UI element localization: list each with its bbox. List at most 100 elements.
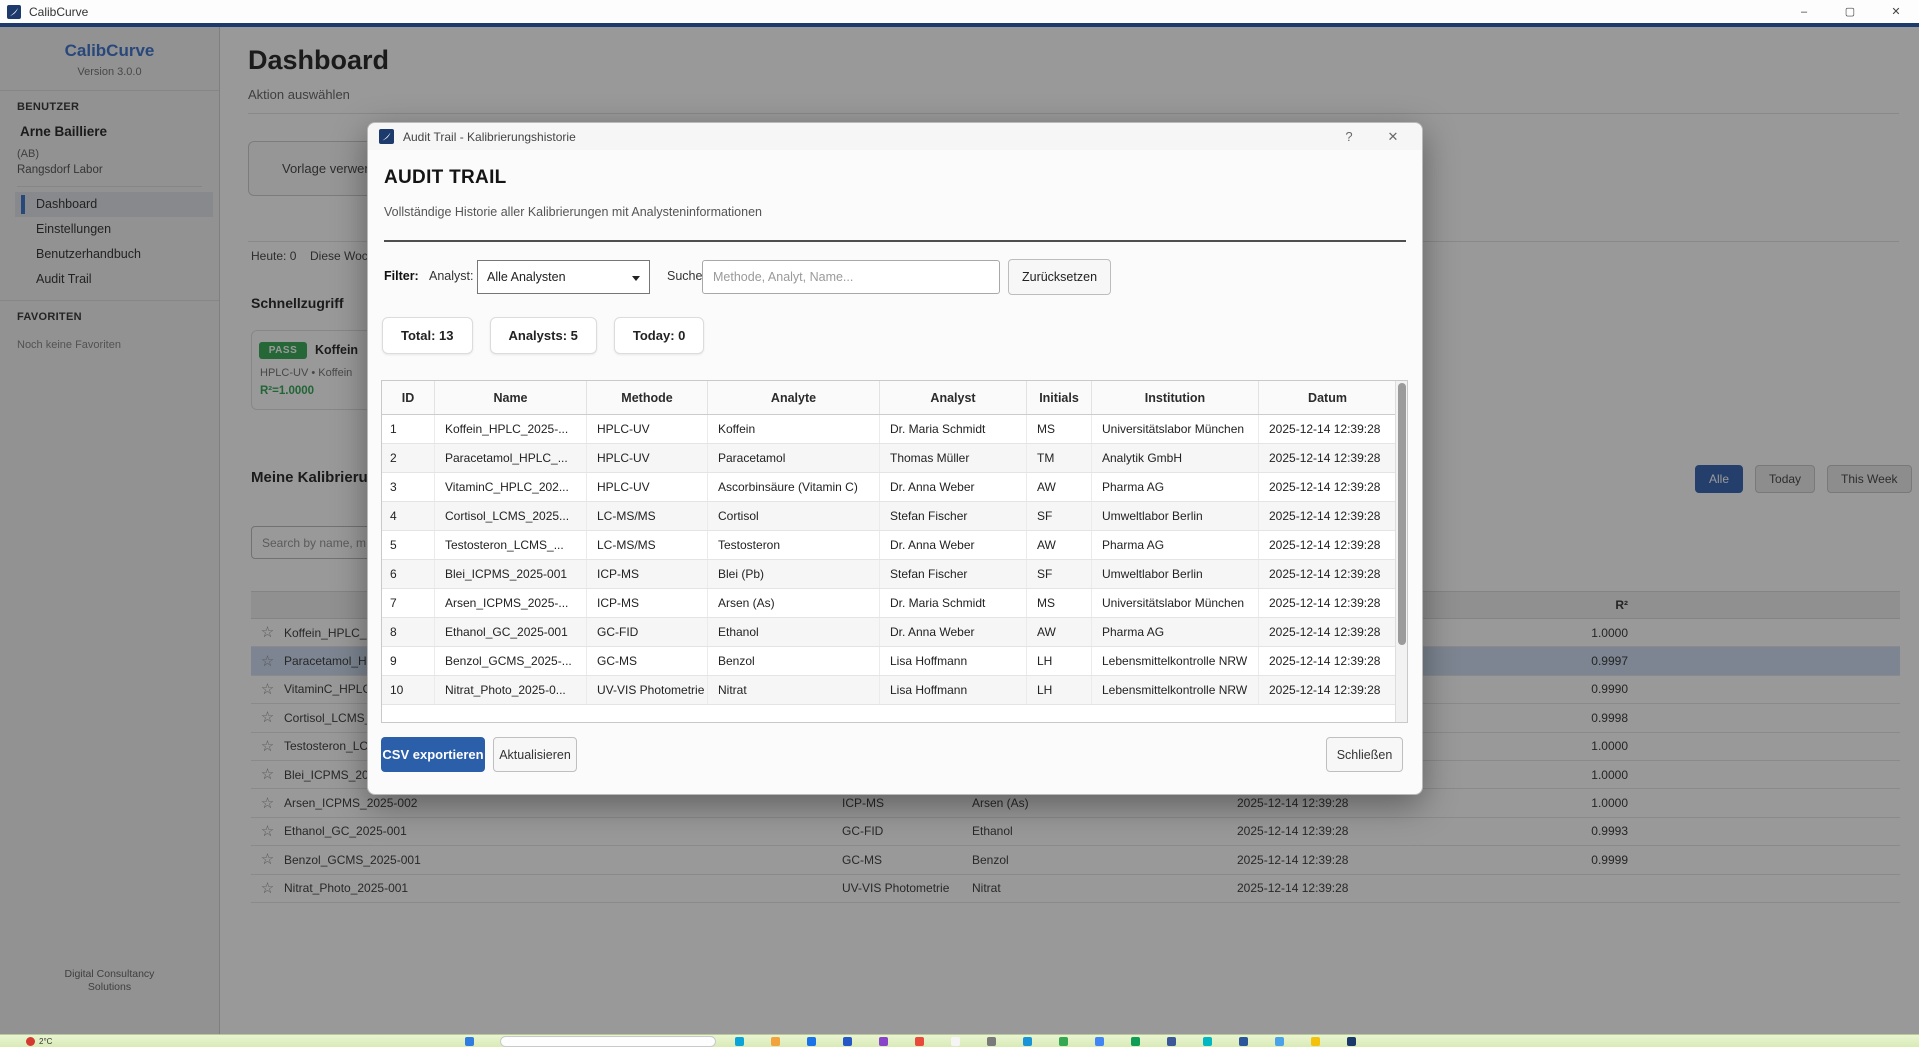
- table-scrollbar[interactable]: [1395, 381, 1407, 722]
- maximize-button[interactable]: ▢: [1827, 0, 1873, 23]
- analyst-dropdown[interactable]: Alle Analysten: [477, 260, 650, 294]
- taskbar-app-icon[interactable]: [915, 1037, 924, 1046]
- audit-cell-datum: 2025-12-14 12:39:28: [1259, 415, 1397, 443]
- csv-export-button[interactable]: CSV exportieren: [381, 737, 485, 772]
- taskbar-app-icon[interactable]: [1275, 1037, 1284, 1046]
- audit-row[interactable]: 1Koffein_HPLC_2025-...HPLC-UVKoffeinDr. …: [382, 415, 1407, 444]
- taskbar-app-icon[interactable]: [1203, 1037, 1212, 1046]
- audit-header-methode: Methode: [587, 381, 708, 414]
- taskbar-app-icon[interactable]: [879, 1037, 888, 1046]
- audit-header-datum: Datum: [1259, 381, 1397, 414]
- taskbar-app-icon[interactable]: [807, 1037, 816, 1046]
- audit-trail-dialog: Audit Trail - Kalibrierungshistorie ? ✕ …: [367, 122, 1423, 795]
- audit-cell-methode: ICP-MS: [587, 589, 708, 617]
- audit-cell-analyst: Lisa Hoffmann: [880, 647, 1027, 675]
- audit-cell-methode: LC-MS/MS: [587, 502, 708, 530]
- taskbar-app-icon[interactable]: [1167, 1037, 1176, 1046]
- minimize-button[interactable]: –: [1781, 0, 1827, 23]
- audit-cell-name: Blei_ICPMS_2025-001: [435, 560, 587, 588]
- audit-header-institution: Institution: [1092, 381, 1259, 414]
- audit-trail-heading: AUDIT TRAIL: [384, 167, 507, 189]
- audit-cell-name: Testosteron_LCMS_...: [435, 531, 587, 559]
- taskbar-app-icon[interactable]: [1023, 1037, 1032, 1046]
- audit-cell-datum: 2025-12-14 12:39:28: [1259, 473, 1397, 501]
- audit-cell-institution: Analytik GmbH: [1092, 444, 1259, 472]
- audit-row[interactable]: 3VitaminC_HPLC_202...HPLC-UVAscorbinsäur…: [382, 473, 1407, 502]
- audit-cell-analyst: Dr. Maria Schmidt: [880, 589, 1027, 617]
- taskbar-app-icon[interactable]: [1311, 1037, 1320, 1046]
- taskbar: 2°C: [0, 1034, 1919, 1047]
- window-titlebar: CalibCurve – ▢ ✕: [0, 0, 1919, 23]
- audit-cell-name: Cortisol_LCMS_2025...: [435, 502, 587, 530]
- chip-total[interactable]: Total: 13: [382, 317, 473, 354]
- audit-cell-id: 9: [382, 647, 435, 675]
- taskbar-app-icon[interactable]: [1059, 1037, 1068, 1046]
- audit-cell-id: 7: [382, 589, 435, 617]
- audit-cell-id: 4: [382, 502, 435, 530]
- audit-cell-analyst: Lisa Hoffmann: [880, 676, 1027, 704]
- taskbar-app-icon[interactable]: [951, 1037, 960, 1046]
- audit-cell-initials: MS: [1027, 589, 1092, 617]
- audit-row[interactable]: 8Ethanol_GC_2025-001GC-FIDEthanolDr. Ann…: [382, 618, 1407, 647]
- audit-cell-id: 3: [382, 473, 435, 501]
- audit-search-input[interactable]: [702, 260, 1000, 294]
- dialog-titlebar: Audit Trail - Kalibrierungshistorie ? ✕: [368, 123, 1422, 150]
- audit-cell-id: 10: [382, 676, 435, 704]
- audit-cell-initials: SF: [1027, 560, 1092, 588]
- audit-cell-analyte: Koffein: [708, 415, 880, 443]
- taskbar-app-icon[interactable]: [465, 1037, 474, 1046]
- taskbar-app-icon[interactable]: [987, 1037, 996, 1046]
- chip-analysts[interactable]: Analysts: 5: [490, 317, 597, 354]
- audit-header-analyst: Analyst: [880, 381, 1027, 414]
- taskbar-app-icon[interactable]: [843, 1037, 852, 1046]
- refresh-button[interactable]: Aktualisieren: [493, 737, 577, 772]
- audit-row[interactable]: 10Nitrat_Photo_2025-0...UV-VIS Photometr…: [382, 676, 1407, 705]
- audit-row[interactable]: 6Blei_ICPMS_2025-001ICP-MSBlei (Pb)Stefa…: [382, 560, 1407, 589]
- audit-cell-methode: HPLC-UV: [587, 473, 708, 501]
- audit-row[interactable]: 7Arsen_ICPMS_2025-...ICP-MSArsen (As)Dr.…: [382, 589, 1407, 618]
- weather-icon[interactable]: [26, 1037, 35, 1046]
- audit-cell-name: VitaminC_HPLC_202...: [435, 473, 587, 501]
- audit-cell-datum: 2025-12-14 12:39:28: [1259, 531, 1397, 559]
- dialog-close-icon[interactable]: ✕: [1380, 123, 1406, 150]
- audit-cell-institution: Pharma AG: [1092, 618, 1259, 646]
- taskbar-app-icon[interactable]: [735, 1037, 744, 1046]
- taskbar-app-icon[interactable]: [1095, 1037, 1104, 1046]
- audit-cell-initials: AW: [1027, 473, 1092, 501]
- taskbar-app-icon[interactable]: [1131, 1037, 1140, 1046]
- weather-temp: 2°C: [39, 1037, 52, 1046]
- scrollbar-thumb[interactable]: [1398, 383, 1406, 645]
- audit-header-name: Name: [435, 381, 587, 414]
- audit-cell-institution: Umweltlabor Berlin: [1092, 502, 1259, 530]
- reset-button[interactable]: Zurücksetzen: [1008, 259, 1111, 295]
- audit-header-initials: Initials: [1027, 381, 1092, 414]
- audit-cell-initials: AW: [1027, 531, 1092, 559]
- audit-cell-analyte: Ascorbinsäure (Vitamin C): [708, 473, 880, 501]
- stat-chips: Total: 13 Analysts: 5 Today: 0: [382, 317, 704, 354]
- audit-cell-analyte: Arsen (As): [708, 589, 880, 617]
- audit-cell-analyst: Stefan Fischer: [880, 560, 1027, 588]
- audit-row[interactable]: 2Paracetamol_HPLC_...HPLC-UVParacetamolT…: [382, 444, 1407, 473]
- audit-row[interactable]: 5Testosteron_LCMS_...LC-MS/MSTestosteron…: [382, 531, 1407, 560]
- chevron-down-icon: [632, 276, 640, 281]
- audit-cell-institution: Universitätslabor München: [1092, 589, 1259, 617]
- audit-cell-datum: 2025-12-14 12:39:28: [1259, 618, 1397, 646]
- audit-cell-id: 6: [382, 560, 435, 588]
- dialog-help-button[interactable]: ?: [1336, 123, 1362, 150]
- audit-cell-analyte: Blei (Pb): [708, 560, 880, 588]
- audit-cell-analyst: Stefan Fischer: [880, 502, 1027, 530]
- dialog-logo-icon: [379, 129, 394, 144]
- taskbar-app-icon[interactable]: [1239, 1037, 1248, 1046]
- chip-today[interactable]: Today: 0: [614, 317, 705, 354]
- close-button[interactable]: ✕: [1873, 0, 1919, 23]
- audit-cell-analyte: Cortisol: [708, 502, 880, 530]
- close-dialog-button[interactable]: Schließen: [1326, 737, 1403, 772]
- audit-trail-subheading: Vollständige Historie aller Kalibrierung…: [384, 205, 762, 219]
- audit-row[interactable]: 4Cortisol_LCMS_2025...LC-MS/MSCortisolSt…: [382, 502, 1407, 531]
- audit-row[interactable]: 9Benzol_GCMS_2025-...GC-MSBenzolLisa Hof…: [382, 647, 1407, 676]
- audit-cell-datum: 2025-12-14 12:39:28: [1259, 676, 1397, 704]
- taskbar-app-icon[interactable]: [771, 1037, 780, 1046]
- audit-cell-name: Benzol_GCMS_2025-...: [435, 647, 587, 675]
- taskbar-app-icon[interactable]: [1347, 1037, 1356, 1046]
- taskbar-search[interactable]: [500, 1036, 716, 1047]
